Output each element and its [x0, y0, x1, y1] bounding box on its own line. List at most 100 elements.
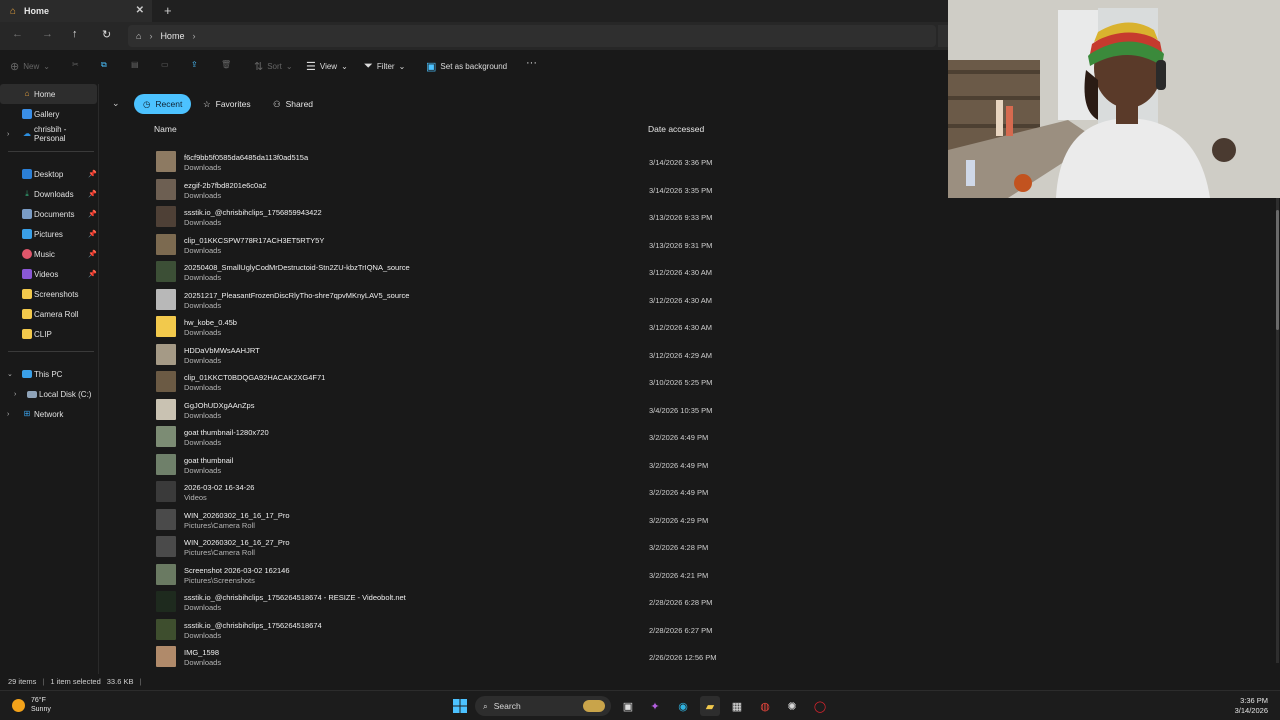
sidebar-item-gallery[interactable]: Gallery: [0, 104, 97, 124]
chevron-right-icon[interactable]: ›: [192, 31, 195, 41]
tab-home[interactable]: ⌂ Home ✕: [0, 0, 152, 22]
sidebar-item-label: Desktop: [34, 169, 64, 179]
file-row[interactable]: ssstik.io_@chrisbihclips_1756264518674 Do…: [150, 616, 750, 642]
file-row[interactable]: 2026-03-02 16-34-26 Videos 3/2/2026 4:49 P…: [150, 478, 750, 504]
new-tab-button[interactable]: +: [164, 3, 172, 18]
copy-icon[interactable]: ⧉: [101, 60, 107, 70]
navigation-bar: ← → ↑ ↻ ⌂ › Home ›: [0, 22, 948, 50]
edge-icon[interactable]: ◉: [673, 696, 693, 716]
sidebar-item-music[interactable]: Music 📌: [0, 244, 97, 264]
tab-favorites[interactable]: ☆ Favorites: [194, 94, 260, 114]
file-row[interactable]: goat thumbnail Downloads 3/2/2026 4:49 PM: [150, 451, 750, 477]
delete-icon[interactable]: 🗑: [221, 60, 231, 69]
sort-button[interactable]: ⇅ Sort ⌄: [254, 60, 293, 73]
file-explorer-taskbar-icon[interactable]: ▰: [700, 696, 720, 716]
sidebar-item-camera-roll[interactable]: Camera Roll: [0, 304, 97, 324]
chrome-icon[interactable]: ◍: [755, 696, 775, 716]
breadcrumb-home[interactable]: Home: [160, 31, 184, 41]
task-view-icon[interactable]: ▣: [618, 696, 638, 716]
sidebar-item-onedrive[interactable]: › ☁ chrisbih - Personal: [0, 124, 97, 144]
scrollbar-thumb[interactable]: [1276, 210, 1279, 330]
file-row[interactable]: WIN_20260302_16_16_27_Pro Pictures\Camera…: [150, 533, 750, 559]
sidebar-item-network[interactable]: › ⊞ Network: [0, 404, 97, 424]
refresh-icon[interactable]: ↻: [102, 28, 111, 41]
search-box[interactable]: [938, 25, 948, 47]
new-button[interactable]: ⊕ New ⌄: [10, 60, 50, 73]
chevron-right-icon[interactable]: ›: [14, 391, 16, 398]
sidebar-divider: [8, 351, 94, 352]
chevron-down-icon[interactable]: ⌄: [7, 370, 13, 378]
copilot-icon[interactable]: ✦: [645, 696, 665, 716]
view-button[interactable]: ☰ View ⌄: [306, 60, 348, 73]
file-row[interactable]: Screenshot 2026-03-02 162146 Pictures\Scr…: [150, 561, 750, 587]
file-row[interactable]: 20251217_PleasantFrozenDiscRlyTho-shre7q…: [150, 286, 750, 312]
share-icon[interactable]: ⇪: [191, 60, 198, 69]
opera-icon[interactable]: ◯: [810, 696, 830, 716]
chevron-down-icon[interactable]: ⌄: [112, 98, 120, 109]
chevron-right-icon[interactable]: ›: [7, 411, 9, 418]
system-clock[interactable]: 3:36 PM 3/14/2026: [1235, 696, 1268, 716]
chevron-right-icon[interactable]: ›: [7, 131, 9, 138]
file-location: Downloads: [184, 218, 222, 227]
file-date-accessed: 3/13/2026 9:31 PM: [649, 240, 713, 250]
filter-button[interactable]: ⏷ Filter ⌄: [364, 60, 405, 73]
more-options-icon[interactable]: ···: [526, 57, 537, 69]
webcam-overlay: [948, 0, 1280, 198]
sort-icon: ⇅: [254, 61, 264, 73]
pane-splitter[interactable]: [98, 84, 99, 674]
column-header-name[interactable]: Name: [154, 124, 177, 134]
cut-icon[interactable]: ✂: [72, 60, 79, 69]
app-icon[interactable]: ✺: [782, 696, 802, 716]
file-row[interactable]: f6cf9bb5f0585da6485da113f0ad515a Download…: [150, 148, 750, 174]
file-name: ezgif-2b7fbd8201e6c0a2: [184, 180, 267, 190]
file-row[interactable]: HDDaVbMWsAAHJRT Downloads 3/12/2026 4:29 A…: [150, 341, 750, 367]
address-bar[interactable]: ⌂ › Home ›: [128, 25, 936, 47]
file-row[interactable]: GgJOhUDXgAAnZps Downloads 3/4/2026 10:35 P…: [150, 396, 750, 422]
chevron-down-icon: ⌄: [341, 62, 348, 71]
sidebar-item-clip[interactable]: CLIP: [0, 324, 97, 344]
sidebar-item-screenshots[interactable]: Screenshots: [0, 284, 97, 304]
back-arrow-icon[interactable]: ←: [12, 28, 23, 40]
filter-label: Filter: [376, 62, 395, 71]
sidebar-item-label: Screenshots: [34, 289, 79, 299]
file-row[interactable]: hw_kobe_0.45b Downloads 3/12/2026 4:30 AM: [150, 313, 750, 339]
sidebar-item-label: This PC: [34, 369, 63, 379]
file-location: Downloads: [184, 328, 222, 337]
tab-recent[interactable]: ◷ Recent: [134, 94, 192, 114]
close-tab-icon[interactable]: ✕: [136, 5, 144, 16]
column-header-date-accessed[interactable]: Date accessed: [648, 124, 704, 134]
file-row[interactable]: ssstik.io_@chrisbihclips_1756264518674 -…: [150, 588, 750, 614]
file-row[interactable]: IMG_1598 Downloads 2/26/2026 12:56 PM: [150, 643, 750, 669]
file-row[interactable]: clip_01KKCSPW778R17ACH3ET5RTY5Y Downloads…: [150, 231, 750, 257]
sidebar-item-this-pc[interactable]: ⌄ This PC: [0, 364, 97, 384]
file-date-accessed: 3/2/2026 4:49 PM: [649, 433, 709, 442]
sidebar-item-documents[interactable]: Documents 📌: [0, 204, 97, 224]
sidebar-divider: [8, 151, 94, 152]
chevron-right-icon: ›: [149, 31, 153, 41]
tab-shared[interactable]: ⚇ Shared: [264, 94, 322, 114]
chevron-down-icon: ⌄: [285, 62, 293, 71]
file-name: 20251217_PleasantFrozenDiscRlyTho-shre7q…: [184, 290, 410, 300]
file-row[interactable]: 20250408_SmallUglyCodMrDestructoid-Stn2Z…: [150, 258, 750, 284]
forward-arrow-icon[interactable]: →: [42, 28, 53, 40]
weather-widget[interactable]: 76°F Sunny: [12, 696, 51, 714]
sidebar-item-desktop[interactable]: Desktop 📌: [0, 164, 97, 184]
file-row[interactable]: ezgif-2b7fbd8201e6c0a2 Downloads 3/14/2026…: [150, 176, 750, 202]
sidebar-item-home[interactable]: ⌂ Home: [0, 84, 97, 104]
file-row[interactable]: clip_01KKCT0BDQGA92HACAK2XG4F71 Downloads…: [150, 368, 750, 394]
taskbar-search[interactable]: ⌕ Search: [475, 696, 611, 716]
file-row[interactable]: ssstik.io_@chrisbihclips_1756859943422 Do…: [150, 203, 750, 229]
file-row[interactable]: goat thumbnail-1280x720 Downloads 3/2/2026…: [150, 423, 750, 449]
file-row[interactable]: WIN_20260302_16_16_17_Pro Pictures\Camera…: [150, 506, 750, 532]
sidebar-item-local-disk[interactable]: › Local Disk (C:): [0, 384, 97, 404]
set-as-background-button[interactable]: ▣ Set as background: [426, 60, 507, 73]
store-icon[interactable]: ▦: [727, 696, 747, 716]
rename-icon[interactable]: ▭: [161, 60, 169, 69]
start-button[interactable]: [450, 696, 470, 716]
paste-icon[interactable]: ▤: [131, 60, 139, 69]
up-arrow-icon[interactable]: ↑: [72, 28, 78, 40]
sidebar-item-pictures[interactable]: Pictures 📌: [0, 224, 97, 244]
file-name: goat thumbnail-1280x720: [184, 428, 269, 437]
sidebar-item-videos[interactable]: Videos 📌: [0, 264, 97, 284]
sidebar-item-downloads[interactable]: ⤓ Downloads 📌: [0, 184, 97, 204]
